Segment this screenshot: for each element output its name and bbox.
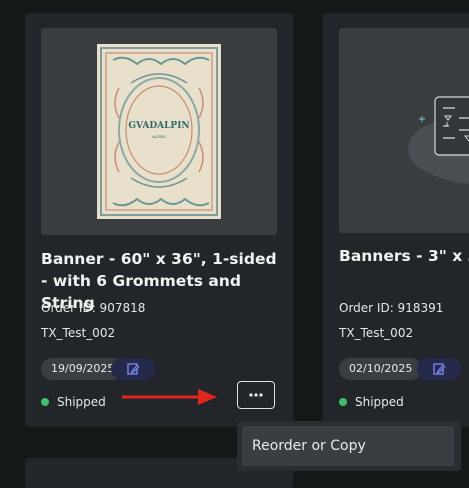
edit-icon: [433, 363, 446, 375]
ellipsis-icon: [249, 393, 263, 397]
banner-preview-image: GVADALPIN ALPES: [97, 44, 221, 219]
options-dropdown-menu: Reorder or Copy: [237, 421, 461, 471]
menu-item-reorder-or-copy[interactable]: Reorder or Copy: [242, 426, 454, 466]
order-id: Order ID: 907818: [41, 301, 146, 315]
status-dot-icon: [41, 398, 49, 406]
order-title: Banners - 3" x 3": [339, 247, 469, 265]
product-thumbnail[interactable]: GVADALPIN ALPES: [41, 28, 277, 235]
more-options-button[interactable]: [237, 381, 275, 409]
account-name: TX_Test_002: [339, 326, 414, 340]
order-card: Banners - 3" x 3" Order ID: 918391 TX_Te…: [323, 13, 469, 427]
edit-order-button[interactable]: [111, 358, 155, 380]
order-date-badge: 02/10/2025: [339, 358, 423, 380]
order-card: GVADALPIN ALPES Banner - 60" x 36", 1-si…: [25, 13, 293, 427]
thumbnail-brand-subtext: ALPES: [151, 134, 166, 139]
annotation-arrow-icon: [122, 389, 217, 405]
product-thumbnail[interactable]: [339, 28, 469, 233]
thumbnail-brand-text: GVADALPIN: [128, 121, 189, 131]
edit-icon: [127, 363, 140, 375]
status-label: Shipped: [57, 395, 106, 409]
order-id: Order ID: 918391: [339, 301, 444, 315]
status-dot-icon: [339, 398, 347, 406]
status-label: Shipped: [355, 395, 404, 409]
product-placeholder-image: [408, 96, 469, 184]
order-status: Shipped: [41, 395, 106, 409]
order-status: Shipped: [339, 395, 404, 409]
account-name: TX_Test_002: [41, 326, 116, 340]
edit-order-button[interactable]: [417, 358, 461, 380]
